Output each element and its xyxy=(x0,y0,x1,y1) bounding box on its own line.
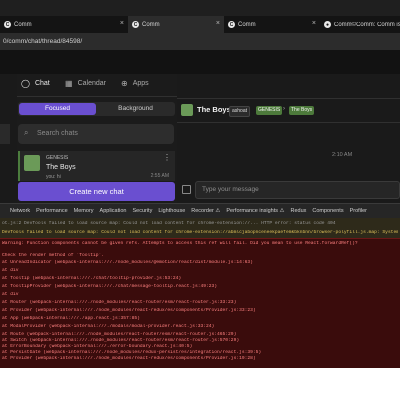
github-favicon-icon: ● xyxy=(324,21,331,28)
tab-bar: C Comm × C Comm × C Comm × ● Comm©Comm: … xyxy=(0,16,400,33)
devtools-tab[interactable]: Profiler xyxy=(350,208,367,214)
console-line: at App (webpack-internal:///./app.react.… xyxy=(2,316,140,321)
browser-tab-1[interactable]: C Comm × xyxy=(0,16,128,33)
console-line: at Switch (webpack-internal:///./node_mo… xyxy=(2,338,240,343)
thread-list-item[interactable]: GENESIS The Boys you: hi ⋮ 2:55 AM xyxy=(18,151,175,181)
thread-name: The Boys xyxy=(46,164,76,171)
console-line: at Provider (webpack-internal:///./node_… xyxy=(2,308,256,313)
browser-tab-3[interactable]: C Comm × xyxy=(224,16,320,33)
console-line: at UnreadIndicator (webpack-internal:///… xyxy=(2,260,253,265)
thread-group: GENESIS xyxy=(46,155,69,161)
devtools-tab-bar: Network Performance Memory Application S… xyxy=(0,203,400,218)
chat-bubble-icon: ◯ xyxy=(21,79,30,88)
close-tab-icon[interactable]: × xyxy=(120,20,124,28)
devtools-tab[interactable]: Memory xyxy=(74,208,94,214)
browser-tab-4[interactable]: ● Comm©Comm: Comm is t xyxy=(320,16,400,33)
app-top-bar xyxy=(0,50,400,74)
focused-toggle[interactable]: Focused xyxy=(19,103,96,115)
thread-snippet: you: hi xyxy=(46,174,61,180)
console-line: at Router (webpack-internal:///./node_mo… xyxy=(2,300,237,305)
tab-label: Comm©Comm: Comm is t xyxy=(334,21,400,28)
tab-calendar-label: Calendar xyxy=(77,80,106,87)
devtools-tab[interactable]: Lighthouse xyxy=(158,208,185,214)
message-input[interactable]: Type your message xyxy=(195,181,400,199)
nav-tabs: ◯ Chat ▦ Calendar ⊕ Apps xyxy=(17,74,177,97)
tab-calendar[interactable]: ▦ Calendar xyxy=(65,79,106,88)
tab-label: Comm xyxy=(14,21,32,28)
devtools-tab[interactable]: Security xyxy=(132,208,152,214)
console-line: ot.js:2 DevTools failed to load source m… xyxy=(2,221,336,226)
conversation-title: The Boys xyxy=(197,105,231,114)
calendar-icon: ▦ xyxy=(65,79,73,88)
console-line: at ModalProvider (webpack-internal:///./… xyxy=(2,324,215,329)
image-upload-icon[interactable] xyxy=(182,185,191,194)
left-rail xyxy=(0,74,18,211)
console-line: at Provider (webpack-internal:///./node_… xyxy=(2,356,256,361)
tab-apps-label: Apps xyxy=(132,80,149,87)
browser-window: C Comm × C Comm × C Comm × ● Comm©Comm: … xyxy=(0,0,400,368)
thread-time: 2:55 AM xyxy=(150,173,169,179)
devtools-tab[interactable]: Network xyxy=(10,208,30,214)
devtools-tab[interactable]: Performance xyxy=(36,208,68,214)
genesis-chip[interactable]: GENESIS xyxy=(256,106,283,115)
chevron-right-icon: › xyxy=(283,106,285,112)
search-placeholder: Search chats xyxy=(37,130,78,137)
composer: Type your message xyxy=(177,181,400,199)
conversation-panel: The Boys ashoat GENESIS › The Boys 2:10 … xyxy=(177,74,400,211)
devtools-tab[interactable]: Performance insights ⚠ xyxy=(226,208,284,214)
search-input[interactable]: ⌕ Search chats xyxy=(18,124,174,144)
browser-tab-2[interactable]: C Comm × xyxy=(128,16,224,33)
console-line: at div xyxy=(2,268,19,273)
console-line: Warning: Function components cannot be g… xyxy=(2,241,358,246)
user-chip-label: ashoat xyxy=(232,108,248,114)
devtools-console: ot.js:2 DevTools failed to load source m… xyxy=(0,218,400,368)
tab-apps[interactable]: ⊕ Apps xyxy=(121,79,149,88)
console-line: at TooltipProvider (webpack-internal:///… xyxy=(2,284,218,289)
address-bar[interactable]: 0/comm/chat/thread/84598/ xyxy=(0,33,400,50)
close-tab-icon[interactable]: × xyxy=(312,20,316,28)
page-background xyxy=(0,368,400,400)
devtools-tab[interactable]: Application xyxy=(100,208,127,214)
console-line: Check the render method of `Tooltip`. xyxy=(2,253,104,258)
devtools-tab[interactable]: Components xyxy=(312,208,343,214)
filter-toggle: Focused Background xyxy=(18,102,175,116)
thread-chip[interactable]: The Boys xyxy=(289,106,315,115)
create-new-chat-button[interactable]: Create new chat xyxy=(18,182,175,201)
close-tab-icon[interactable]: × xyxy=(216,20,220,28)
rail-indicator xyxy=(0,124,10,144)
tab-label: Comm xyxy=(142,21,160,28)
thread-avatar xyxy=(24,155,40,171)
conversation-header: The Boys ashoat GENESIS › The Boys xyxy=(177,98,400,123)
console-line: at PersistGate (webpack-internal:///./no… xyxy=(2,350,262,355)
message-timestamp: 2:10 AM xyxy=(332,152,353,158)
comm-favicon-icon: C xyxy=(132,21,139,28)
comm-favicon-icon: C xyxy=(228,21,235,28)
console-line: DevTools failed to load source map: Coul… xyxy=(2,230,398,235)
console-line: at Tooltip (webpack-internal:///./chat/t… xyxy=(2,276,182,281)
search-icon: ⌕ xyxy=(24,128,29,137)
globe-icon: ⊕ xyxy=(121,79,128,88)
chat-panel: ◯ Chat ▦ Calendar ⊕ Apps Focused Backgro… xyxy=(17,74,177,211)
tab-label: Comm xyxy=(238,21,256,28)
user-chip[interactable]: ashoat xyxy=(229,106,251,117)
console-line: at Route (webpack-internal:///./node_mod… xyxy=(2,332,237,337)
comm-favicon-icon: C xyxy=(4,21,11,28)
devtools-tab[interactable]: Redux xyxy=(290,208,306,214)
devtools-tab[interactable]: Recorder ⚠ xyxy=(191,208,220,214)
tab-chat[interactable]: ◯ Chat xyxy=(21,79,50,88)
conversation-avatar xyxy=(181,104,193,116)
console-line: at div xyxy=(2,292,19,297)
tab-chat-label: Chat xyxy=(34,80,50,87)
background-toggle[interactable]: Background xyxy=(97,103,174,115)
console-line: at ErrorBoundary (webpack-internal:///./… xyxy=(2,344,193,349)
more-options-icon[interactable]: ⋮ xyxy=(163,153,171,162)
